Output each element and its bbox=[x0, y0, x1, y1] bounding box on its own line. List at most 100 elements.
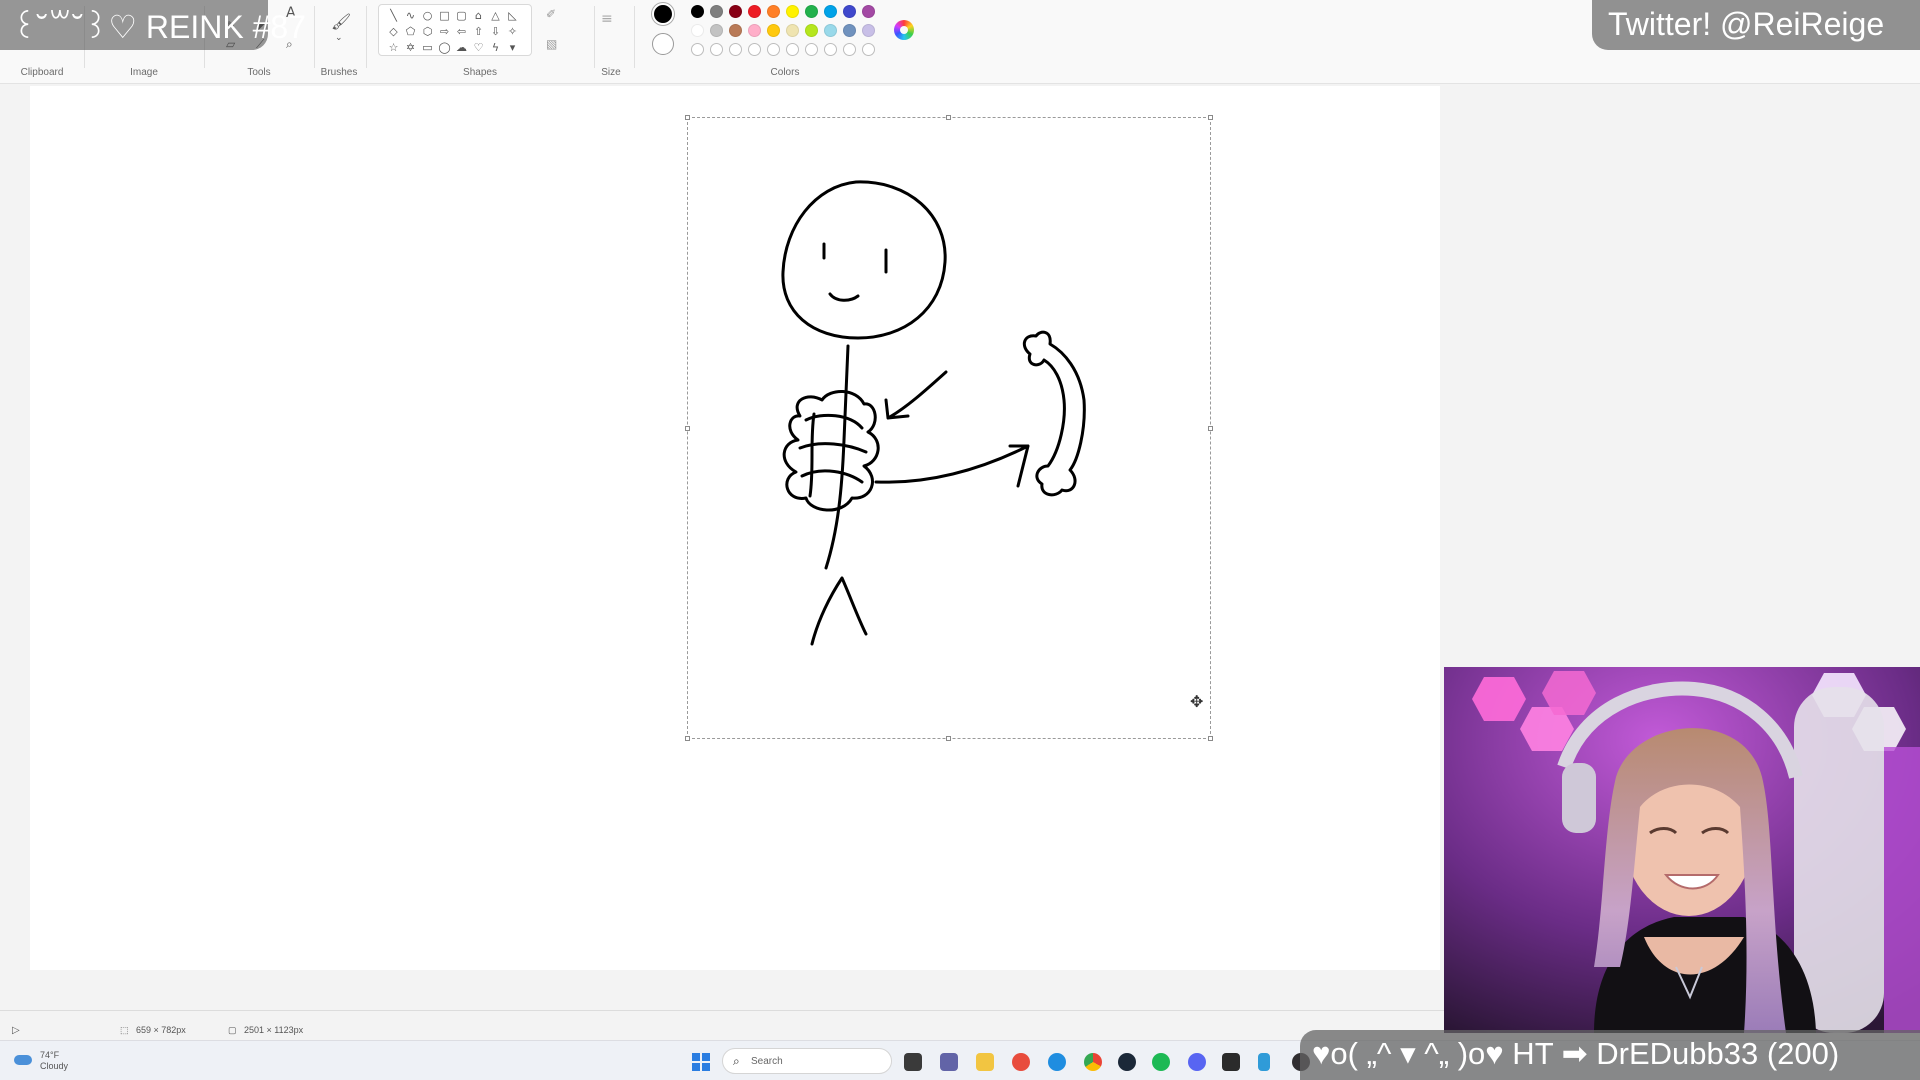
custom-color-slot[interactable] bbox=[748, 43, 761, 56]
canvas-size: 2501 × 1123px bbox=[244, 1025, 304, 1035]
diamond-shape-icon[interactable]: ◇ bbox=[385, 23, 402, 39]
palette-color-swatch[interactable] bbox=[729, 5, 742, 18]
custom-color-slot[interactable] bbox=[691, 43, 704, 56]
colors-label: Colors bbox=[770, 67, 800, 78]
twitter-overlay: Twitter! @ReiReige bbox=[1592, 0, 1920, 50]
star-four-shape-icon[interactable]: ✧ bbox=[504, 23, 521, 39]
star-six-shape-icon[interactable]: ✡ bbox=[402, 39, 419, 55]
palette-color-swatch[interactable] bbox=[748, 24, 761, 37]
callout-cloud-shape-icon[interactable]: ☁ bbox=[453, 39, 470, 55]
weather-temp: 74°F bbox=[40, 1050, 60, 1060]
hexagon-shape-icon[interactable]: ⬡ bbox=[419, 23, 436, 39]
line-shape-icon[interactable]: ╲ bbox=[385, 7, 402, 23]
palette-color-swatch[interactable] bbox=[767, 5, 780, 18]
chat-icon[interactable] bbox=[940, 1053, 958, 1071]
curve-shape-icon[interactable]: ∿ bbox=[402, 7, 419, 23]
palette-color-swatch[interactable] bbox=[862, 5, 875, 18]
pentagon-shape-icon[interactable]: ⬠ bbox=[402, 23, 419, 39]
edit-colors-icon[interactable] bbox=[894, 20, 914, 40]
callout-rect-shape-icon[interactable]: ▭ bbox=[419, 39, 436, 55]
search-placeholder: Search bbox=[751, 1056, 783, 1067]
tools-label: Tools bbox=[247, 67, 271, 78]
palette-color-swatch[interactable] bbox=[729, 24, 742, 37]
rounded-rect-shape-icon[interactable]: ▢ bbox=[453, 7, 470, 23]
arrow-left-shape-icon[interactable]: ⇦ bbox=[453, 23, 470, 39]
palette-color-swatch[interactable] bbox=[748, 5, 761, 18]
custom-color-slot[interactable] bbox=[786, 43, 799, 56]
drawing-legs bbox=[810, 576, 868, 646]
ribbon-divider bbox=[634, 6, 635, 68]
palette-color-swatch[interactable] bbox=[691, 5, 704, 18]
discord-icon[interactable] bbox=[1188, 1053, 1206, 1071]
shapes-more-icon[interactable]: ▾ bbox=[504, 39, 521, 55]
palette-color-swatch[interactable] bbox=[824, 24, 837, 37]
taskbar-search[interactable]: ⌕ Search bbox=[722, 1048, 892, 1074]
oval-shape-icon[interactable]: ○ bbox=[419, 7, 436, 23]
brush-icon[interactable]: 🖌︎ bbox=[331, 14, 351, 30]
right-triangle-shape-icon[interactable]: ◺ bbox=[504, 7, 521, 23]
spotify-icon[interactable] bbox=[1152, 1053, 1170, 1071]
start-button[interactable] bbox=[692, 1053, 710, 1071]
custom-color-slot[interactable] bbox=[862, 43, 875, 56]
custom-color-slot[interactable] bbox=[805, 43, 818, 56]
triangle-shape-icon[interactable]: △ bbox=[487, 7, 504, 23]
alert-text: ♥o( „^ ▾ ^„ )o♥ HT ➡ DrEDubb33 (200) bbox=[1312, 1036, 1840, 1071]
file-explorer-icon[interactable] bbox=[976, 1053, 994, 1071]
outline-icon[interactable]: ✐ bbox=[546, 8, 556, 20]
image-label: Image bbox=[130, 67, 158, 78]
edge-icon[interactable] bbox=[1048, 1053, 1066, 1071]
alert-ticker-overlay: ♥o( „^ ▾ ^„ )o♥ HT ➡ DrEDubb33 (200) bbox=[1300, 1030, 1920, 1080]
stroke-size-icon[interactable]: ≡ bbox=[601, 12, 613, 26]
stream-title-overlay: ꒰˘꒳˘꒱♡ REINK #87 bbox=[0, 0, 306, 50]
palette-color-swatch[interactable] bbox=[710, 5, 723, 18]
custom-color-slot[interactable] bbox=[729, 43, 742, 56]
chrome-icon[interactable] bbox=[1084, 1053, 1102, 1071]
steam-icon[interactable] bbox=[1118, 1053, 1136, 1071]
palette-color-swatch[interactable] bbox=[786, 24, 799, 37]
rectangle-shape-icon[interactable]: □ bbox=[436, 7, 453, 23]
chevron-down-icon[interactable]: ⌄ bbox=[335, 34, 343, 43]
lightning-shape-icon[interactable]: ϟ bbox=[487, 39, 504, 55]
arrow-up-shape-icon[interactable]: ⇧ bbox=[470, 23, 487, 39]
callout-oval-shape-icon[interactable]: ◯ bbox=[436, 39, 453, 55]
color-palette bbox=[688, 2, 878, 59]
shapes-gallery[interactable]: ╲ ∿ ○ □ ▢ ⌂ △ ◺ ◇ ⬠ ⬡ ⇨ ⇦ ⇧ ⇩ ✧ ☆ ✡ ▭ ◯ bbox=[378, 4, 532, 56]
drawing-intestines bbox=[782, 390, 880, 512]
palette-color-swatch[interactable] bbox=[805, 24, 818, 37]
arrow-right-shape-icon[interactable]: ⇨ bbox=[436, 23, 453, 39]
polygon-shape-icon[interactable]: ⌂ bbox=[470, 7, 487, 23]
drawing-spine bbox=[824, 344, 850, 570]
primary-color-swatch[interactable] bbox=[652, 3, 674, 25]
paint-icon[interactable] bbox=[1012, 1053, 1030, 1071]
palette-color-swatch[interactable] bbox=[824, 5, 837, 18]
clipboard-label: Clipboard bbox=[20, 67, 64, 78]
secondary-color-swatch[interactable] bbox=[652, 33, 674, 55]
custom-color-slot[interactable] bbox=[843, 43, 856, 56]
palette-color-swatch[interactable] bbox=[843, 24, 856, 37]
cloud-icon bbox=[14, 1055, 32, 1065]
palette-color-swatch[interactable] bbox=[843, 5, 856, 18]
palette-color-swatch[interactable] bbox=[805, 5, 818, 18]
terminal-icon[interactable] bbox=[1222, 1053, 1240, 1071]
palette-color-swatch[interactable] bbox=[710, 24, 723, 37]
pointer-icon: ▷ bbox=[12, 1025, 20, 1036]
palette-color-swatch[interactable] bbox=[691, 24, 704, 37]
palette-color-swatch[interactable] bbox=[786, 5, 799, 18]
star-five-shape-icon[interactable]: ☆ bbox=[385, 39, 402, 55]
search-icon: ⌕ bbox=[733, 1054, 740, 1068]
custom-color-slot[interactable] bbox=[710, 43, 723, 56]
fill-style-icon[interactable]: ▧ bbox=[546, 38, 557, 50]
custom-color-slot[interactable] bbox=[824, 43, 837, 56]
weather-widget[interactable]: 74°F Cloudy bbox=[40, 1050, 68, 1072]
palette-color-swatch[interactable] bbox=[767, 24, 780, 37]
arrow-down-shape-icon[interactable]: ⇩ bbox=[487, 23, 504, 39]
selection-size: 659 × 782px bbox=[136, 1025, 186, 1035]
move-cursor-icon: ✥ bbox=[1190, 692, 1204, 711]
custom-color-slot[interactable] bbox=[767, 43, 780, 56]
notepad-icon[interactable] bbox=[1258, 1053, 1270, 1071]
heart-shape-icon[interactable]: ♡ bbox=[470, 39, 487, 55]
task-view-icon[interactable] bbox=[904, 1053, 922, 1071]
stream-title: ꒰˘꒳˘꒱♡ REINK #87 bbox=[12, 9, 306, 45]
palette-color-swatch[interactable] bbox=[862, 24, 875, 37]
canvas-size-icon: ▢ bbox=[228, 1025, 237, 1035]
